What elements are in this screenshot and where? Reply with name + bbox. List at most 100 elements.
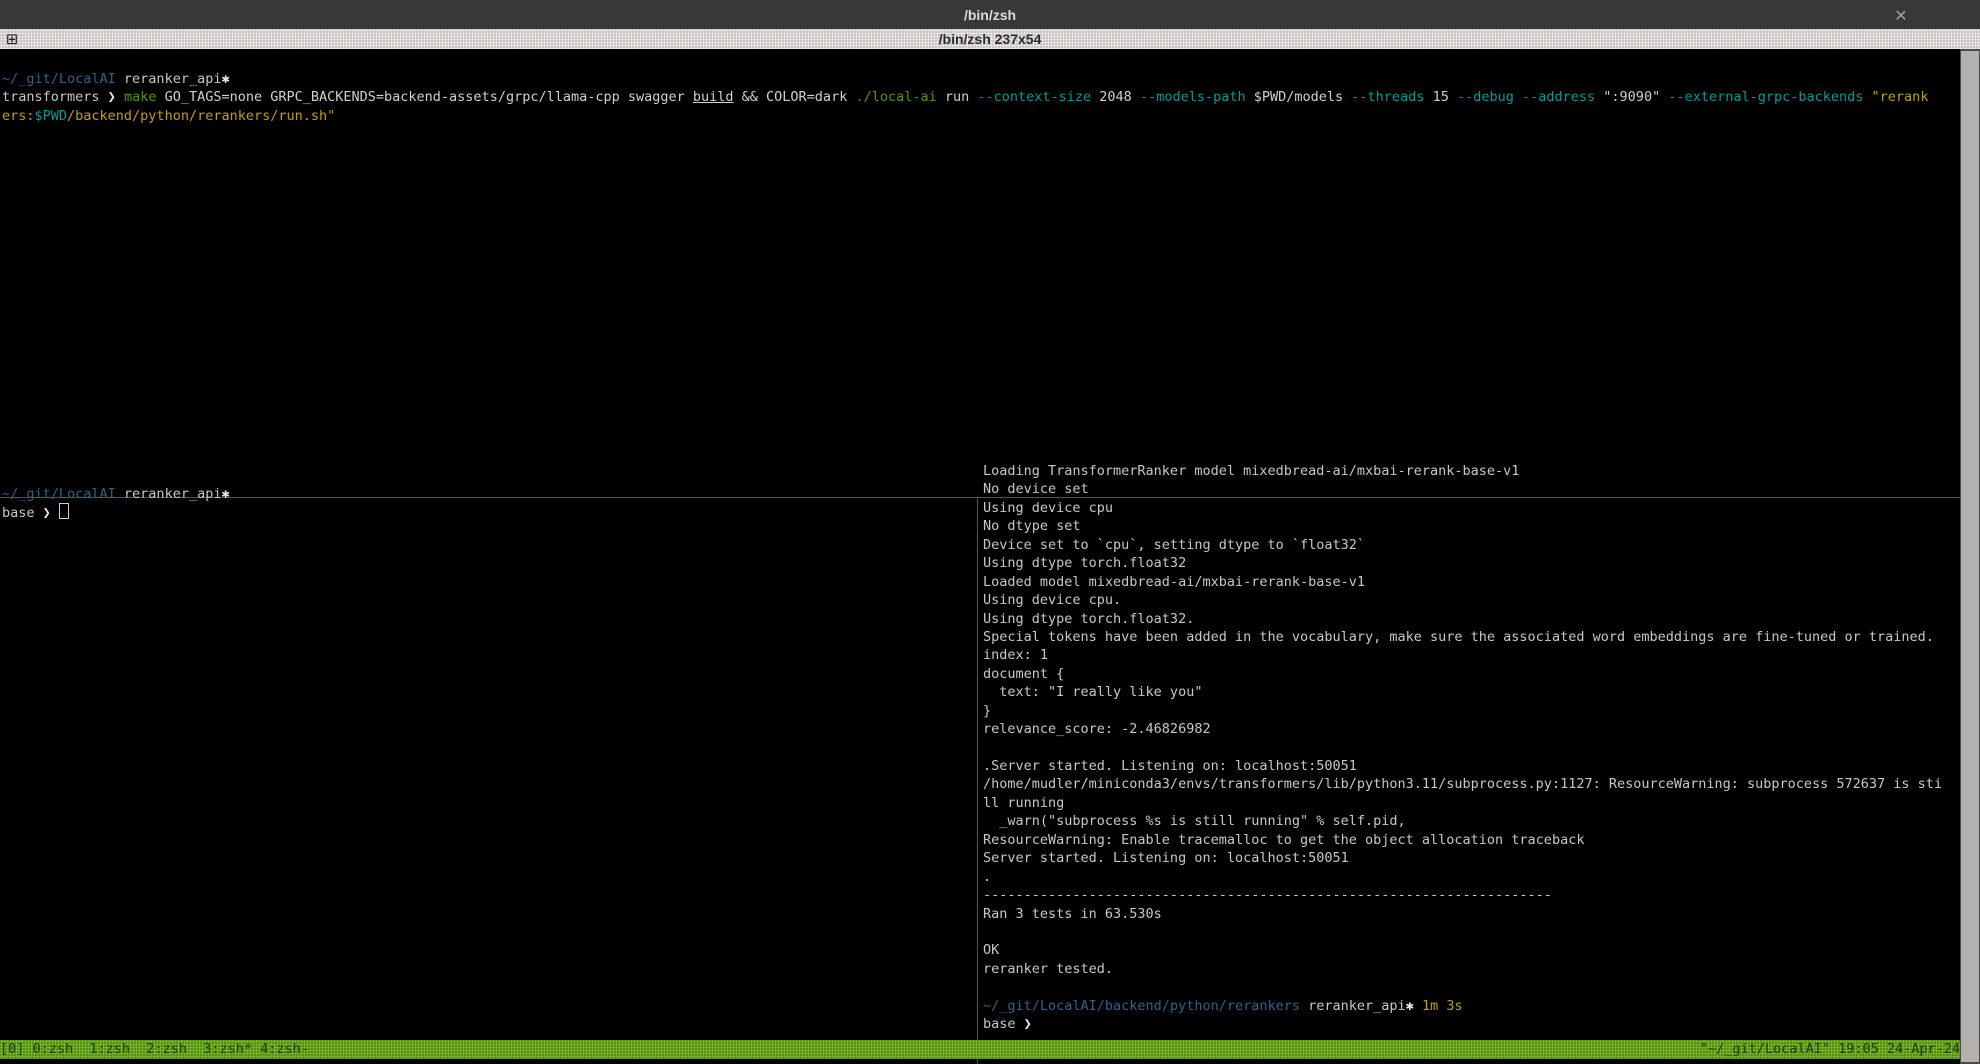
terminal-text-segment: && COLOR=dark <box>734 89 856 105</box>
terminal-cursor <box>59 503 69 519</box>
terminal-text-segment: No device set <box>983 481 1089 497</box>
terminal-text-segment: Using device cpu. <box>983 592 1121 608</box>
terminal-text-segment: text: "I really like you" <box>983 684 1202 700</box>
tmux-status-bar: [0] 0:zsh 1:zsh 2:zsh 3:zsh* 4:zsh- "~/_… <box>0 1040 1960 1059</box>
terminal-line: reranker tested. <box>983 960 1958 978</box>
tmux-pane-bottom-left[interactable]: ~/_git/LocalAI reranker_api✱base ❯ <box>0 449 977 1064</box>
tmux-status-right: "~/_git/LocalAI" 19:05 24-Apr-24 <box>1700 1040 1960 1059</box>
terminal-text-segment: document { <box>983 666 1064 682</box>
terminal-line <box>983 923 1958 941</box>
scrollbar[interactable] <box>1960 49 1980 1064</box>
terminal-text-segment: "rerank <box>1872 89 1929 105</box>
terminal-text-segment: ":9090" <box>1595 89 1668 105</box>
terminal-line: transformers ❯ make GO_TAGS=none GRPC_BA… <box>2 88 1962 106</box>
terminal-text-segment: /home/mudler/miniconda3/envs/transformer… <box>983 776 1942 792</box>
terminal-text-segment: 2048 <box>1091 89 1140 105</box>
terminal-line: Loaded model mixedbread-ai/mxbai-rerank-… <box>983 573 1958 591</box>
terminal-line: Device set to `cpu`, setting dtype to `f… <box>983 536 1958 554</box>
window-grid-icon[interactable]: ⊞ <box>4 31 20 47</box>
terminal-text-segment: transformers <box>2 89 108 105</box>
terminal-text-segment: ResourceWarning: Enable tracemalloc to g… <box>983 832 1584 848</box>
terminal-line: relevance_score: -2.46826982 <box>983 720 1958 738</box>
terminal-area: ~/_git/LocalAI reranker_api✱transformers… <box>0 49 1960 1040</box>
terminal-line: No dtype set <box>983 517 1958 535</box>
terminal-line: document { <box>983 665 1958 683</box>
terminal-line: /home/mudler/miniconda3/envs/transformer… <box>983 775 1958 793</box>
terminal-text-segment: ✱ <box>221 486 229 502</box>
terminal-line: ResourceWarning: Enable tracemalloc to g… <box>983 831 1958 849</box>
pane-border-vertical[interactable] <box>977 498 978 1064</box>
terminal-text-segment: ❯ <box>43 505 59 521</box>
terminal-text-segment: --address <box>1522 89 1595 105</box>
terminal-line: ~/_git/LocalAI/backend/python/rerankers … <box>983 997 1958 1015</box>
terminal-text-segment: ~/_git/LocalAI <box>2 486 116 502</box>
terminal-text-segment: index: 1 <box>983 647 1048 663</box>
terminal-text-segment: run <box>937 89 978 105</box>
terminal-text-segment: make <box>124 89 157 105</box>
terminal-text-segment: 1m 3s <box>1422 998 1463 1014</box>
terminal-line: _warn("subprocess %s is still running" %… <box>983 812 1958 830</box>
tab-bar: ⊞ /bin/zsh 237x54 <box>0 29 1980 49</box>
terminal-line: ~/_git/LocalAI reranker_api✱ <box>2 485 977 503</box>
terminal-line: Using device cpu <box>983 499 1958 517</box>
terminal-text-segment: Ran 3 tests in 63.530s <box>983 906 1162 922</box>
terminal-line: ll running <box>983 794 1958 812</box>
terminal-line: } <box>983 702 1958 720</box>
terminal-line: Special tokens have been added in the vo… <box>983 628 1958 646</box>
terminal-text-segment: } <box>983 703 991 719</box>
terminal-line: Using device cpu. <box>983 591 1958 609</box>
terminal-text-segment: base <box>2 505 43 521</box>
terminal-line: index: 1 <box>983 646 1958 664</box>
terminal-text-segment: ~/_git/LocalAI <box>2 71 116 87</box>
terminal-line: Using dtype torch.float32 <box>983 554 1958 572</box>
terminal-line: ----------------------------------------… <box>983 886 1958 904</box>
terminal-window: /bin/zsh ✕ ⊞ /bin/zsh 237x54 ~/_git/Loca… <box>0 0 1980 1064</box>
terminal-text-segment: --threads <box>1351 89 1424 105</box>
terminal-text-segment <box>1863 89 1871 105</box>
terminal-text-segment: Using dtype torch.float32 <box>983 555 1186 571</box>
terminal-text-segment: /backend/python/rerankers/run.sh" <box>67 108 335 124</box>
tmux-window-list[interactable]: [0] 0:zsh 1:zsh 2:zsh 3:zsh* 4:zsh- <box>0 1040 309 1059</box>
terminal-text-segment: $PWD <box>35 108 68 124</box>
terminal-text-segment: $PWD/models <box>1246 89 1352 105</box>
terminal-text-segment: .Server started. Listening on: localhost… <box>983 758 1357 774</box>
terminal-text-segment: ~/_git/LocalAI/backend/python/rerankers <box>983 998 1300 1014</box>
terminal-text-segment: Device set to `cpu`, setting dtype to `f… <box>983 537 1365 553</box>
terminal-text-segment: reranker tested. <box>983 961 1113 977</box>
tmux-pane-bottom-right[interactable]: Loading TransformerRanker model mixedbre… <box>983 449 1958 1053</box>
terminal-text-segment: --models-path <box>1140 89 1246 105</box>
terminal-line: .Server started. Listening on: localhost… <box>983 757 1958 775</box>
terminal-text-segment: Special tokens have been added in the vo… <box>983 629 1934 645</box>
terminal-text-segment: ----------------------------------------… <box>983 887 1552 903</box>
terminal-line <box>983 739 1958 757</box>
terminal-text-segment: --external-grpc-backends <box>1668 89 1863 105</box>
tmux-pane-top[interactable]: ~/_git/LocalAI reranker_api✱transformers… <box>0 49 1962 468</box>
terminal-line: . <box>983 868 1958 886</box>
terminal-text-segment: GO_TAGS=none GRPC_BACKENDS=backend-asset… <box>156 89 692 105</box>
terminal-text-segment: build <box>693 89 734 105</box>
terminal-text-segment: ❯ <box>108 89 124 105</box>
scrollbar-thumb[interactable] <box>1961 51 1979 1062</box>
terminal-text-segment: . <box>983 869 991 885</box>
terminal-text-segment: 15 <box>1424 89 1457 105</box>
terminal-line: Loading TransformerRanker model mixedbre… <box>983 462 1958 480</box>
terminal-text-segment: --debug <box>1457 89 1514 105</box>
terminal-text-segment: relevance_score: -2.46826982 <box>983 721 1211 737</box>
terminal-line: OK <box>983 941 1958 959</box>
terminal-text-segment: reranker_api <box>1300 998 1406 1014</box>
terminal-text-segment: Server started. Listening on: localhost:… <box>983 850 1349 866</box>
terminal-line: No device set <box>983 480 1958 498</box>
terminal-text-segment: Using dtype torch.float32. <box>983 611 1194 627</box>
terminal-text-segment: reranker_api <box>116 486 222 502</box>
terminal-text-segment: ers: <box>2 108 35 124</box>
terminal-line: Ran 3 tests in 63.530s <box>983 905 1958 923</box>
terminal-text-segment <box>1514 89 1522 105</box>
terminal-text-segment: base <box>983 1016 1024 1032</box>
terminal-text-segment: Loading TransformerRanker model mixedbre… <box>983 463 1519 479</box>
terminal-line: base ❯ <box>2 503 977 521</box>
close-icon[interactable]: ✕ <box>1889 3 1913 27</box>
terminal-text-segment <box>1414 998 1422 1014</box>
terminal-text-segment: Using device cpu <box>983 500 1113 516</box>
terminal-line: Server started. Listening on: localhost:… <box>983 849 1958 867</box>
terminal-line: text: "I really like you" <box>983 683 1958 701</box>
